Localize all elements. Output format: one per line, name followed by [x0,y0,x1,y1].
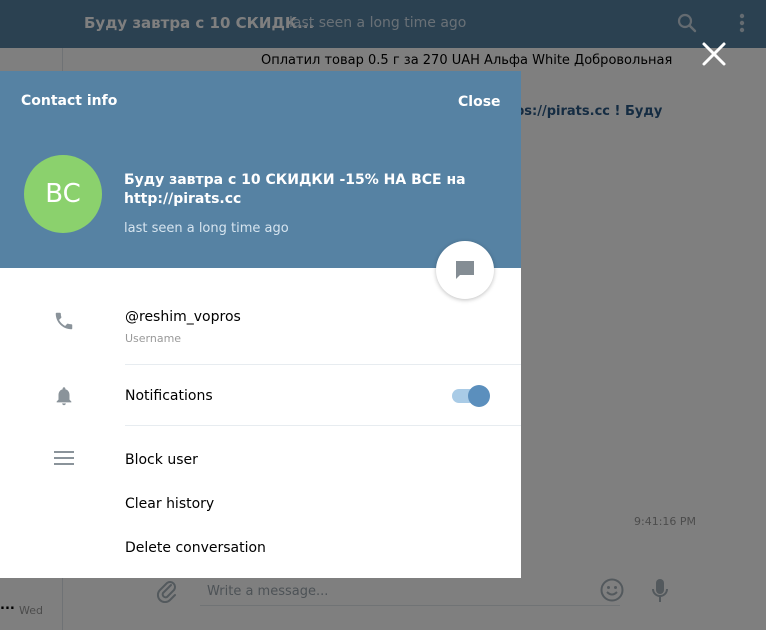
divider [125,364,521,365]
divider [125,425,521,426]
close-button[interactable]: Close [458,94,501,110]
username-value[interactable]: @reshim_vopros [125,309,241,325]
phone-icon [52,309,76,333]
clear-history-button[interactable]: Clear history [125,496,214,512]
send-message-button[interactable] [436,241,494,299]
menu-icon [52,446,76,470]
message-icon [454,259,476,281]
modal-title: Contact info [21,93,118,109]
avatar: BC [24,155,102,233]
toggle-knob [468,385,490,407]
close-icon[interactable] [698,38,730,70]
peer-status: last seen a long time ago [124,221,289,236]
bell-icon [52,384,76,408]
contact-info-modal: Contact info Close BC Буду завтра с 10 С… [0,71,521,578]
delete-conversation-button[interactable]: Delete conversation [125,540,266,556]
block-user-button[interactable]: Block user [125,452,198,468]
peer-name: Буду завтра с 10 СКИДКИ -15% НА ВСЕ на h… [124,172,466,207]
notifications-label: Notifications [125,388,213,404]
username-label: Username [125,332,182,345]
notifications-toggle[interactable] [452,385,490,407]
